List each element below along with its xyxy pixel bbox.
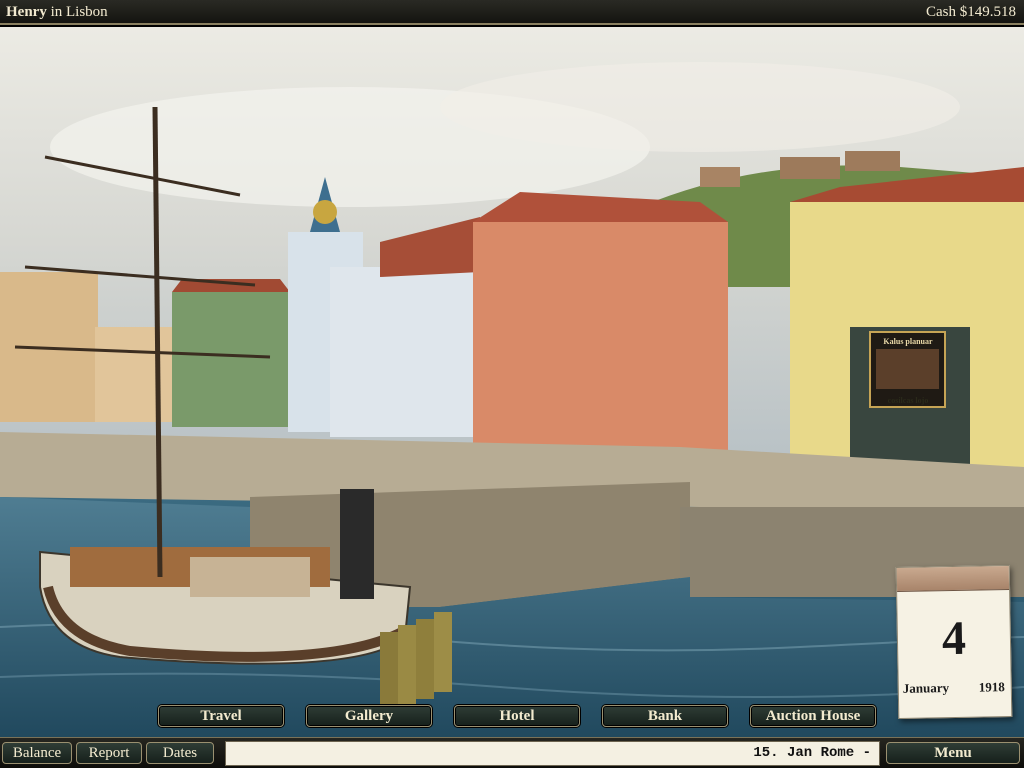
cash-label: Cash $ — [926, 4, 968, 20]
cash-display: Cash $149.518 — [926, 0, 1016, 24]
balance-button[interactable]: Balance — [2, 742, 72, 764]
cash-value: 149.518 — [967, 4, 1016, 20]
calendar-day: 4 — [941, 611, 967, 666]
bank-button[interactable]: Bank — [602, 705, 728, 727]
hotel-button[interactable]: Hotel — [454, 705, 580, 727]
news-ticker: 15. Jan Rome - — [225, 741, 880, 766]
billboard-line2: cosilcas lojo — [887, 396, 929, 405]
auction-house-button[interactable]: Auction House — [750, 705, 876, 727]
player-location: Henry in Lisbon — [6, 0, 108, 24]
castle-wall — [700, 167, 740, 187]
gallery-button[interactable]: Gallery — [306, 705, 432, 727]
lisbon-harbour-scene — [0, 27, 1024, 737]
bottom-toolbar: Balance Report Dates 15. Jan Rome - Menu — [0, 737, 1024, 768]
calendar-year: 1918 — [978, 679, 1005, 695]
smokestack — [340, 489, 374, 599]
calendar-month: January — [902, 680, 950, 696]
top-status-bar: Henry in Lisbon Cash $149.518 — [0, 0, 1024, 25]
calendar-binding — [896, 566, 1010, 592]
scene-illustration — [0, 27, 1024, 737]
player-name: Henry — [6, 4, 47, 20]
report-button[interactable]: Report — [76, 742, 142, 764]
building-green — [172, 292, 290, 427]
building-salmon — [473, 222, 728, 460]
menu-button[interactable]: Menu — [886, 742, 1020, 764]
travel-button[interactable]: Travel — [158, 705, 284, 727]
billboard-line1: Kalus planuar — [883, 337, 933, 346]
date-calendar: 4 January 1918 — [895, 565, 1013, 719]
dates-button[interactable]: Dates — [146, 742, 214, 764]
location-text: in Lisbon — [50, 4, 108, 20]
